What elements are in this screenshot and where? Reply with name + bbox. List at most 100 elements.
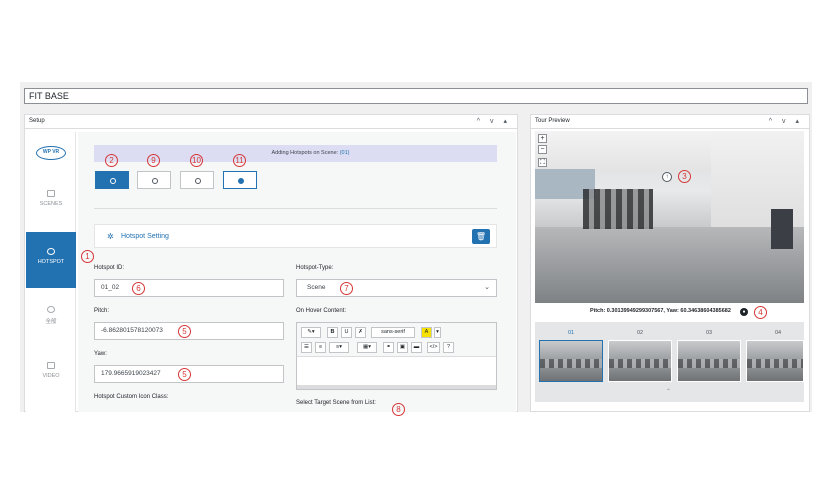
scene-label: 04	[775, 330, 782, 336]
image-icon	[47, 190, 55, 197]
gear-icon: ✲	[107, 232, 114, 241]
annotation-6: 6	[132, 282, 145, 295]
annotation-3: 3	[678, 170, 691, 183]
editor-resize-handle[interactable]	[297, 385, 496, 389]
hotspot-type-select[interactable]: Scene ⌄	[296, 279, 497, 297]
sidebar-item-label: VIDEO	[42, 373, 60, 379]
annotation-5: 5	[178, 368, 191, 381]
thumb-content	[678, 359, 740, 368]
video-button[interactable]: ▬	[411, 342, 422, 353]
preview-panel-controls[interactable]: ^ v ▴	[769, 115, 803, 128]
hotspot-dot-icon	[152, 178, 158, 184]
annotation-10: 10	[190, 154, 203, 167]
hotspot-tab-2[interactable]	[137, 171, 171, 189]
sidebar-item-label: HOTSPOT	[37, 259, 65, 265]
pano-hotspot-arrow-icon[interactable]: ↑	[662, 172, 672, 182]
zoom-out-button[interactable]: −	[538, 145, 547, 154]
help-button[interactable]: ?	[443, 342, 454, 353]
annotation-7: 7	[340, 282, 353, 295]
pano-ceiling	[535, 131, 715, 171]
preview-panel-title: Tour Preview	[535, 118, 570, 124]
scene-thumbnail-01[interactable]	[539, 340, 603, 382]
on-hover-label: On Hover Content:	[296, 308, 347, 314]
thumb-content	[540, 359, 602, 368]
scene-label: 02	[637, 330, 644, 336]
style-button[interactable]: ✎▾	[301, 327, 321, 338]
fullscreen-icon[interactable]: ⛶	[538, 158, 547, 167]
trash-icon: 🗑	[475, 232, 487, 241]
bold-button[interactable]: B	[327, 327, 338, 338]
annotation-5: 5	[178, 325, 191, 338]
highlight-color-button[interactable]: A	[421, 327, 432, 338]
sidebar-item-label: 全般	[45, 319, 57, 325]
hotspot-icon	[47, 248, 55, 255]
scene-thumbnail-03[interactable]	[677, 340, 741, 382]
add-hotspot-at-position-icon[interactable]: ●	[740, 308, 748, 316]
add-hotspot-button[interactable]	[223, 171, 257, 189]
annotation-11: 11	[233, 154, 246, 167]
font-select[interactable]: sans-serif	[371, 327, 415, 338]
editor-toolbar: ✎▾ B U ✗ sans-serif A ▾ ☰ ≡ ≡▾ ▦▾ ⚭ ▣ ▬ …	[297, 323, 496, 357]
hotspot-dot-icon	[110, 178, 116, 184]
link-button[interactable]: ⚭	[383, 342, 394, 353]
unordered-list-button[interactable]: ☰	[301, 342, 312, 353]
setup-panel-controls[interactable]: ^ v ▴	[477, 115, 511, 128]
hotspot-bar-scene: (01)	[339, 150, 350, 156]
sidebar-item-scenes[interactable]: SCENES	[26, 174, 76, 230]
hotspot-setting-card: ✲ Hotspot Setting 🗑	[94, 224, 497, 248]
wpvr-logo: WP VR	[36, 146, 66, 160]
image-button[interactable]: ▣	[397, 342, 408, 353]
preview-panel-header: Tour Preview ^ v ▴	[531, 115, 809, 129]
sidebar-item-hotspot[interactable]: HOTSPOT	[26, 232, 76, 288]
ordered-list-button[interactable]: ≡	[315, 342, 326, 353]
custom-icon-label: Hotspot Custom Icon Class:	[94, 394, 169, 400]
annotation-8: 8	[392, 403, 405, 416]
scene-thumbnail-02[interactable]	[608, 340, 672, 382]
sidebar: WP VR SCENES HOTSPOT 全般 VIDEO	[26, 132, 76, 412]
hotspot-dot-icon	[195, 178, 201, 184]
setup-panel-title: Setup	[29, 118, 45, 124]
sidebar-item-general[interactable]: 全般	[26, 290, 76, 346]
section-divider	[94, 208, 497, 209]
annotation-2: 2	[105, 154, 118, 167]
eraser-button[interactable]: ✗	[355, 327, 366, 338]
annotation-9: 9	[147, 154, 160, 167]
align-button[interactable]: ≡▾	[329, 342, 349, 353]
gear-icon	[47, 306, 55, 313]
pitch-yaw-readout: Pitch: 0.30139949299307567, Yaw: 60.3463…	[590, 308, 731, 314]
scene-thumbnail-04[interactable]	[746, 340, 804, 382]
sidebar-item-label: SCENES	[39, 201, 63, 207]
panorama-viewer[interactable]	[535, 131, 804, 303]
thumb-content	[747, 359, 803, 368]
underline-button[interactable]: U	[341, 327, 352, 338]
pano-door	[771, 209, 793, 249]
annotation-4: 4	[754, 306, 767, 319]
zoom-in-button[interactable]: +	[538, 134, 547, 143]
code-view-button[interactable]: </>	[427, 342, 440, 353]
hotspot-tab-3[interactable]	[180, 171, 214, 189]
video-icon	[47, 362, 55, 369]
hotspot-type-label: Hotspot-Type:	[296, 265, 334, 271]
hover-content-editor[interactable]: ✎▾ B U ✗ sans-serif A ▾ ☰ ≡ ≡▾ ▦▾ ⚭ ▣ ▬ …	[296, 322, 497, 390]
plus-circle-icon	[238, 178, 244, 184]
tour-title-input[interactable]: FIT BASE	[24, 88, 808, 104]
hotspot-tab-1[interactable]	[95, 171, 129, 189]
hotspot-id-label: Hotspot ID:	[94, 265, 125, 271]
pitch-label: Pitch:	[94, 308, 110, 314]
delete-hotspot-button[interactable]: 🗑	[472, 229, 490, 244]
pano-floor	[535, 227, 804, 303]
table-button[interactable]: ▦▾	[357, 342, 377, 353]
yaw-label: Yaw:	[94, 351, 107, 357]
scene-label: 03	[706, 330, 713, 336]
pano-gym-machines	[583, 189, 653, 229]
scene-label: 01	[568, 330, 575, 336]
thumb-content	[609, 359, 671, 368]
hotspot-type-value: Scene	[307, 284, 326, 291]
setup-panel-header: Setup ^ v ▴	[25, 115, 517, 129]
chevron-down-icon: ⌄	[484, 284, 490, 291]
hotspot-id-input[interactable]: 01_02	[94, 279, 284, 297]
chevron-up-icon[interactable]: ⌃	[666, 388, 671, 395]
sidebar-item-video[interactable]: VIDEO	[26, 346, 76, 402]
color-dropdown-button[interactable]: ▾	[434, 327, 441, 338]
target-scene-label: Select Target Scene from List:	[296, 400, 376, 406]
